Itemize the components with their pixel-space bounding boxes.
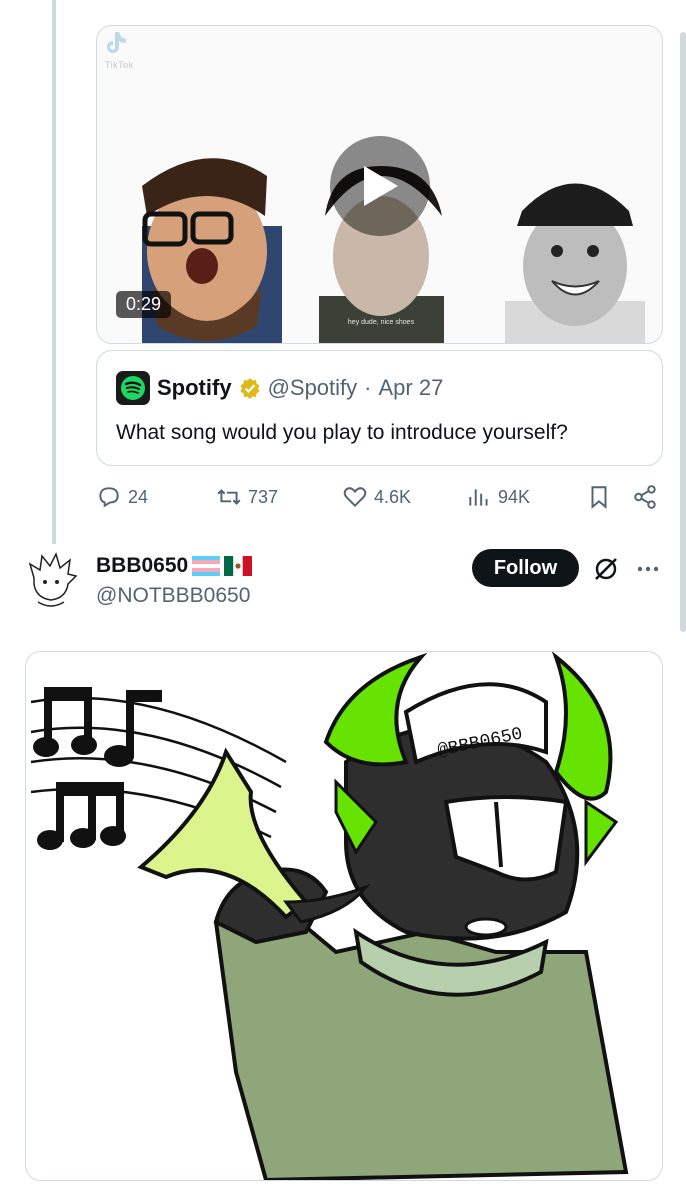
mexico-flag-icon — [224, 556, 253, 576]
like-count: 4.6K — [374, 486, 412, 507]
user-display-name[interactable]: BBB0650 — [96, 554, 253, 578]
bookmark-button[interactable] — [586, 484, 612, 510]
repost-count: 737 — [248, 486, 279, 507]
video-media[interactable]: hey dude, nice shoes TikTok 0:29 — [96, 25, 663, 344]
transgender-flag-icon — [192, 556, 221, 576]
reply-count: 24 — [128, 486, 149, 507]
repost-button[interactable]: 737 — [216, 484, 278, 510]
grok-icon[interactable] — [592, 555, 620, 583]
artwork-illustration: @BBB0650 — [26, 652, 662, 1180]
reply-button[interactable]: 24 — [96, 484, 148, 510]
user-avatar[interactable] — [20, 548, 82, 610]
views-count: 94K — [498, 486, 531, 507]
reply-icon — [99, 487, 119, 508]
views-chart-icon — [469, 489, 488, 506]
quoted-post-text: What song would you play to introduce yo… — [116, 421, 568, 444]
follow-button[interactable]: Follow — [472, 549, 579, 587]
share-button[interactable] — [632, 484, 658, 510]
verified-badge-icon — [240, 378, 260, 399]
post-image[interactable]: @BBB0650 — [25, 651, 663, 1181]
views-button[interactable]: 94K — [466, 484, 530, 510]
more-options-icon[interactable] — [634, 555, 662, 583]
bookmark-icon — [591, 486, 607, 509]
share-icon — [634, 485, 656, 509]
quoted-author-handle: @Spotify — [267, 375, 358, 400]
quoted-post[interactable]: Spotify @Spotify · Apr 27 What song woul… — [96, 350, 663, 466]
video-duration: 0:29 — [116, 291, 172, 318]
thread-line — [52, 0, 56, 544]
user-name-text: BBB0650 — [96, 554, 189, 577]
quoted-post-date[interactable]: Apr 27 — [378, 375, 443, 401]
spotify-avatar-icon — [116, 371, 150, 405]
quoted-author-name: Spotify — [157, 375, 232, 400]
tiktok-watermark: TikTok — [105, 60, 134, 70]
play-button[interactable] — [330, 136, 430, 236]
user-handle[interactable]: @NOTBBB0650 — [96, 584, 250, 608]
separator-dot: · — [364, 375, 372, 400]
post-action-bar: 24 737 4.6K 94K — [96, 484, 661, 516]
heart-icon — [343, 487, 367, 508]
like-button[interactable]: 4.6K — [342, 484, 411, 510]
tiktok-logo-icon — [105, 30, 127, 54]
video-subtitle: hey dude, nice shoes — [348, 319, 415, 326]
repost-icon — [217, 489, 241, 505]
scrollbar[interactable] — [680, 32, 686, 632]
play-icon — [364, 166, 398, 206]
